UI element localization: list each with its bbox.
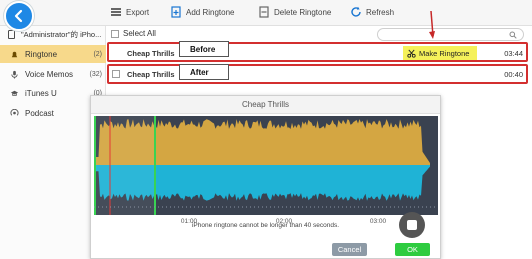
annotation-after: After: [179, 64, 229, 80]
delete-ringtone-icon: [259, 6, 269, 18]
delete-ringtone-label: Delete Ringtone: [274, 7, 332, 17]
podcast-icon: [10, 108, 19, 116]
bell-icon: [11, 51, 18, 57]
sidebar-item-ringtone[interactable]: Ringtone (2): [0, 45, 106, 63]
scissors-icon: [407, 49, 416, 58]
annotation-frame-after: [107, 64, 528, 84]
graduation-cap-icon: [10, 90, 19, 96]
annotation-arrow: [429, 10, 435, 39]
stop-button[interactable]: [399, 212, 425, 238]
checkbox[interactable]: [111, 29, 119, 38]
select-all-checkbox[interactable]: Select All: [111, 29, 156, 38]
make-ringtone-button[interactable]: Make Ringtone: [403, 46, 477, 60]
annotation-before: Before: [179, 41, 229, 57]
microphone-icon: [11, 70, 18, 79]
dialog-title: Cheap Thrills: [91, 96, 440, 114]
ringtone-editor-dialog: Cheap Thrills 01:00 02:00 03:00 iPhone r…: [90, 95, 441, 259]
cancel-button[interactable]: Cancel: [332, 243, 367, 256]
delete-ringtone-button[interactable]: Delete Ringtone: [258, 6, 331, 18]
app-window: Export Add Ringtone Delete Ringtone Refr…: [0, 0, 532, 259]
export-label: Export: [126, 7, 150, 17]
add-ringtone-icon: [171, 6, 181, 18]
sidebar-item-count: (32): [89, 70, 102, 78]
waveform[interactable]: [94, 116, 438, 215]
search-input[interactable]: [377, 28, 524, 41]
export-icon: [111, 8, 121, 16]
sidebar-item-count: (2): [93, 50, 102, 58]
sidebar-item-label: iTunes U: [25, 88, 57, 98]
back-button[interactable]: [4, 1, 34, 31]
search-icon: [509, 31, 517, 39]
sidebar-item-label: Voice Memos: [25, 69, 74, 79]
ok-button[interactable]: OK: [395, 243, 430, 256]
add-ringtone-label: Add Ringtone: [186, 7, 235, 17]
export-button[interactable]: Export: [110, 6, 149, 18]
arrow-left-icon: [14, 9, 23, 23]
refresh-button[interactable]: Refresh: [350, 6, 394, 18]
select-all-label: Select All: [123, 29, 156, 38]
sidebar-item-voice-memos[interactable]: Voice Memos (32): [0, 65, 106, 83]
sidebar-item-label: Ringtone: [25, 49, 58, 59]
device-name: "Administrator"的 iPho...: [21, 30, 102, 39]
sidebar-item-label: Podcast: [25, 108, 54, 118]
ringtone-hint: iPhone ringtone cannot be longer than 40…: [191, 222, 340, 229]
toolbar: Export Add Ringtone Delete Ringtone Refr…: [0, 0, 532, 26]
refresh-label: Refresh: [366, 7, 395, 17]
phone-icon: [8, 30, 15, 39]
stop-icon: [407, 220, 417, 230]
refresh-icon: [351, 6, 361, 17]
waveform-graphic: [94, 116, 438, 215]
make-ringtone-label: Make Ringtone: [419, 48, 470, 58]
add-ringtone-button[interactable]: Add Ringtone: [170, 6, 234, 18]
